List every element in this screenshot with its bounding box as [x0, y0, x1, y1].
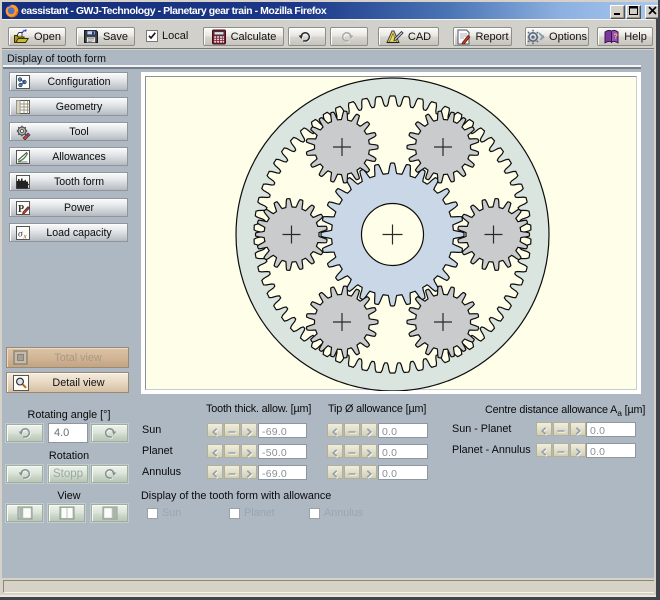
svg-text:σ: σ [18, 229, 23, 239]
svg-text:?: ? [614, 34, 618, 41]
